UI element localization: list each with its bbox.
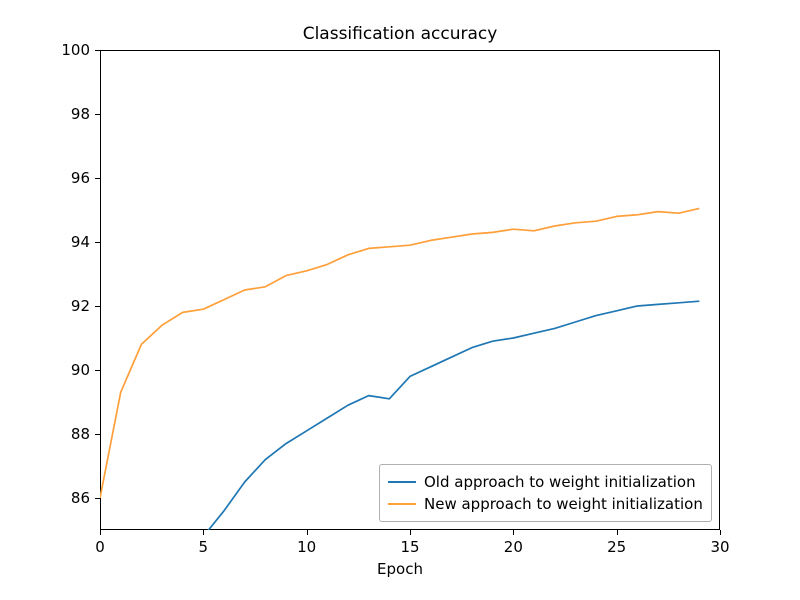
legend-entry: New approach to weight initialization: [388, 493, 703, 515]
y-tick: [95, 178, 100, 179]
x-tick-label: 20: [504, 538, 523, 556]
y-tick: [95, 306, 100, 307]
x-tick-label: 30: [710, 538, 729, 556]
x-tick: [307, 530, 308, 535]
chart-figure: Classification accuracy 0510152025308688…: [0, 0, 800, 600]
y-tick: [95, 50, 100, 51]
y-tick-label: 88: [71, 425, 90, 443]
y-tick-label: 100: [61, 41, 90, 59]
x-tick: [203, 530, 204, 535]
legend-label: New approach to weight initialization: [424, 495, 703, 513]
x-tick-label: 0: [95, 538, 105, 556]
y-tick: [95, 498, 100, 499]
x-tick: [617, 530, 618, 535]
x-tick: [720, 530, 721, 535]
y-tick-label: 86: [71, 489, 90, 507]
y-tick: [95, 114, 100, 115]
x-tick: [100, 530, 101, 535]
series-line: [100, 208, 699, 498]
y-tick-label: 98: [71, 105, 90, 123]
y-tick-label: 96: [71, 169, 90, 187]
legend-swatch: [388, 481, 416, 483]
y-tick: [95, 370, 100, 371]
y-tick-label: 94: [71, 233, 90, 251]
x-axis-label: Epoch: [0, 560, 800, 578]
legend-label: Old approach to weight initialization: [424, 473, 696, 491]
y-tick: [95, 242, 100, 243]
y-tick: [95, 434, 100, 435]
x-tick-label: 15: [400, 538, 419, 556]
legend: Old approach to weight initialization New…: [379, 464, 712, 522]
y-tick-label: 92: [71, 297, 90, 315]
x-tick: [410, 530, 411, 535]
x-tick-label: 10: [297, 538, 316, 556]
x-tick-label: 5: [199, 538, 209, 556]
x-tick: [513, 530, 514, 535]
x-tick-label: 25: [607, 538, 626, 556]
y-tick-label: 90: [71, 361, 90, 379]
legend-swatch: [388, 503, 416, 505]
legend-entry: Old approach to weight initialization: [388, 471, 703, 493]
